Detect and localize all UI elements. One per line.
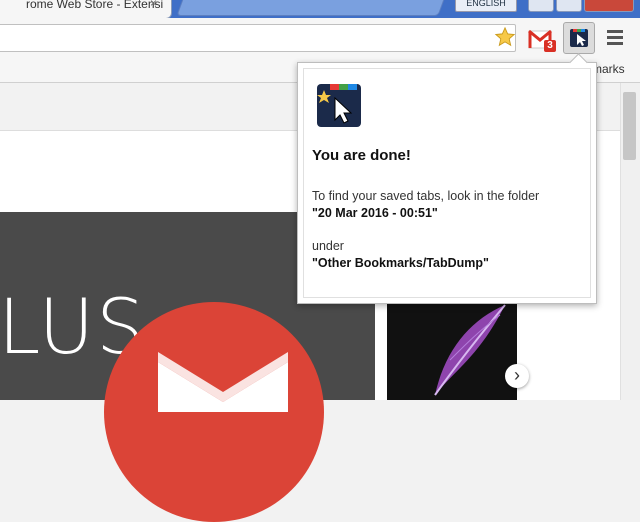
feather-icon — [434, 304, 506, 396]
gmail-unread-badge: 3 — [544, 40, 556, 52]
new-tab-button[interactable] — [176, 0, 446, 16]
maximize-button[interactable] — [556, 0, 582, 12]
close-window-button[interactable] — [584, 0, 634, 12]
hero-red-circle — [104, 302, 324, 522]
tab-title: rome Web Store - Extensi — [26, 0, 164, 11]
scrollbar-thumb[interactable] — [623, 92, 636, 160]
carousel-next-button[interactable]: › — [505, 364, 529, 388]
menu-icon[interactable] — [606, 27, 624, 47]
popup-heading: You are done! — [312, 147, 411, 164]
tabdump-icon — [570, 29, 588, 47]
user-profile-badge[interactable]: ENGLISH — [455, 0, 517, 12]
popup-under-text: under — [312, 239, 344, 253]
address-bar[interactable] — [0, 24, 516, 52]
tab-close-icon[interactable]: × — [150, 0, 157, 10]
star-icon[interactable] — [494, 26, 516, 48]
envelope-icon — [158, 352, 288, 412]
popup-folder-name: "20 Mar 2016 - 00:51" — [312, 206, 438, 220]
tabdump-logo-icon — [317, 84, 361, 127]
popup-instructions: To find your saved tabs, look in the fol… — [312, 189, 540, 203]
tabdump-extension-button[interactable] — [563, 22, 595, 54]
popup-bookmark-path: "Other Bookmarks/TabDump" — [312, 256, 489, 270]
minimize-button[interactable] — [528, 0, 554, 12]
